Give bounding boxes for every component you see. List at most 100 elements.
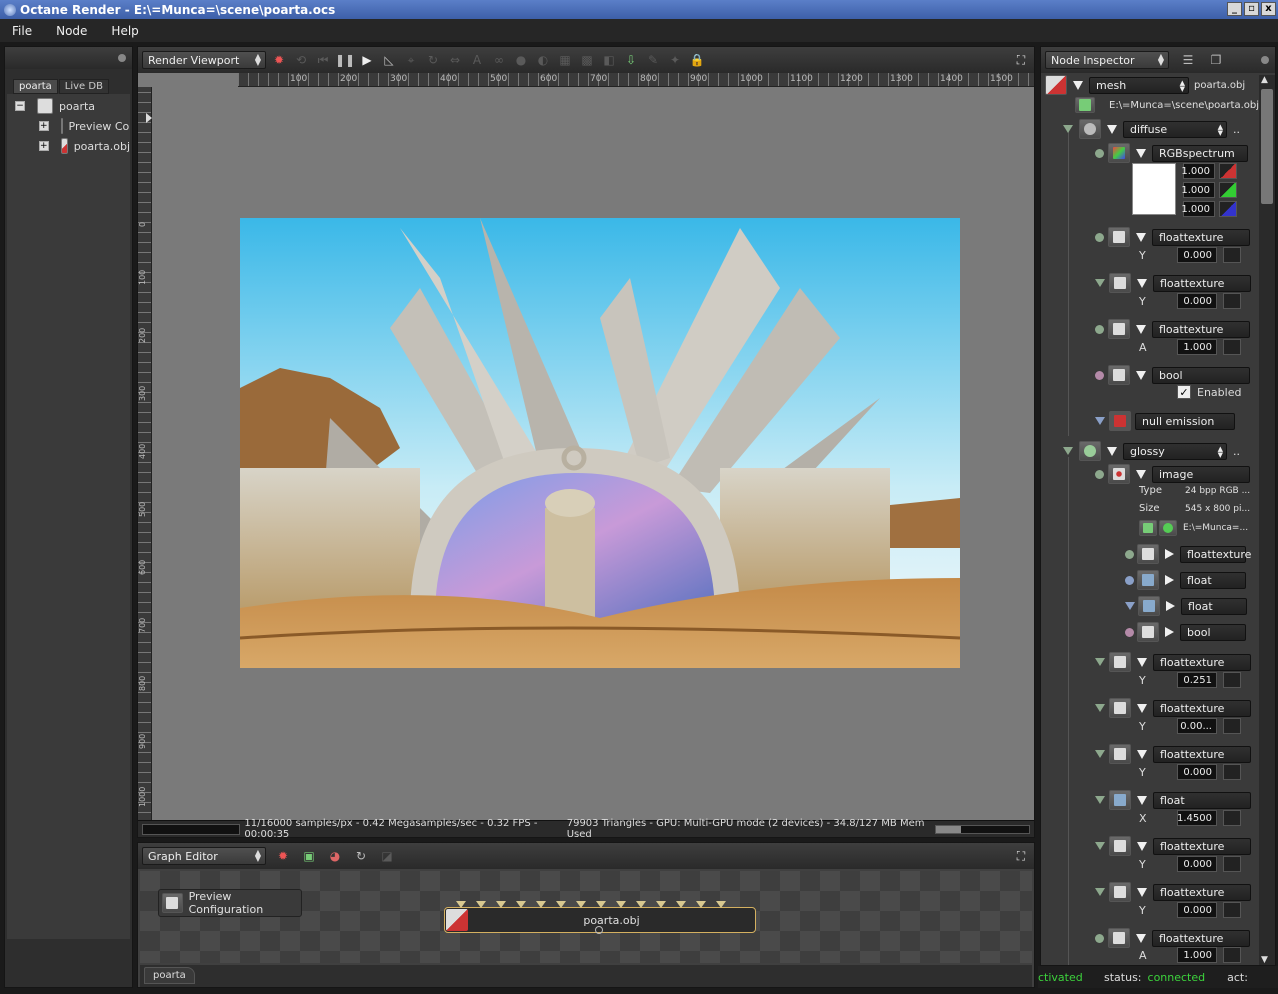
grid-icon[interactable]: ▦ — [556, 51, 574, 69]
blue-slider-icon[interactable] — [1219, 201, 1237, 217]
rotate-icon[interactable]: ↻ — [424, 51, 442, 69]
tab-live-db[interactable]: Live DB — [58, 79, 109, 94]
collapse-arrow-icon[interactable] — [1107, 446, 1117, 456]
play-icon[interactable]: ▶ — [358, 51, 376, 69]
bool-selector[interactable]: bool — [1152, 366, 1250, 384]
param-value[interactable]: 0.000 — [1177, 764, 1217, 780]
node-input-pin[interactable] — [676, 901, 686, 908]
slider-icon[interactable] — [1223, 672, 1241, 688]
panel-close-icon[interactable] — [118, 54, 126, 62]
reset-render-icon[interactable]: ✹ — [270, 51, 288, 69]
collapse-arrow-icon[interactable] — [1073, 80, 1083, 90]
slider-icon[interactable] — [1223, 810, 1241, 826]
panel-close-icon[interactable] — [1261, 56, 1269, 64]
green-value[interactable]: 1.000 — [1181, 182, 1215, 198]
mesh-add-icon[interactable]: ◕ — [326, 847, 344, 865]
region-icon[interactable]: ◺ — [380, 51, 398, 69]
input-pin[interactable] — [1063, 125, 1073, 133]
node-input-pin[interactable] — [476, 901, 486, 908]
param-value[interactable]: 0.000 — [1177, 247, 1217, 263]
node-input-pin[interactable] — [496, 901, 506, 908]
load-file-icon[interactable] — [1139, 520, 1157, 536]
export-icon[interactable]: ⇩ — [622, 51, 640, 69]
blue-value[interactable]: 1.000 — [1181, 201, 1215, 217]
input-pin[interactable] — [1095, 750, 1105, 758]
node-input-pin[interactable] — [556, 901, 566, 908]
param-value[interactable]: 0.00... — [1177, 718, 1217, 734]
collapse-arrow-icon[interactable] — [1136, 148, 1146, 158]
node-input-pin[interactable] — [616, 901, 626, 908]
collapse-arrow-icon[interactable] — [1137, 703, 1147, 713]
scroll-thumb[interactable] — [1261, 89, 1273, 204]
node-input-pin[interactable] — [696, 901, 706, 908]
param-value[interactable]: 0.251 — [1177, 672, 1217, 688]
more-button[interactable]: .. — [1233, 123, 1240, 136]
tab-poarta[interactable]: poarta — [13, 79, 58, 94]
reload-icon[interactable] — [1159, 520, 1177, 536]
slider-icon[interactable] — [1223, 339, 1241, 355]
sub-node-selector[interactable]: bool — [1180, 623, 1246, 641]
lock-icon[interactable]: 🔒 — [688, 51, 706, 69]
link-icon[interactable]: ∞ — [490, 51, 508, 69]
sphere2-icon[interactable]: ◐ — [534, 51, 552, 69]
viewport-selector[interactable]: Render Viewport ▲ ▼ — [142, 51, 266, 69]
slider-icon[interactable] — [1223, 293, 1241, 309]
input-pin[interactable] — [1095, 148, 1104, 158]
collapse-arrow-icon[interactable] — [1136, 324, 1146, 334]
floattexture-selector[interactable]: floattexture — [1152, 929, 1250, 947]
input-pin[interactable] — [1095, 658, 1105, 666]
menu-node[interactable]: Node — [44, 24, 99, 38]
expand-arrow-icon[interactable] — [1165, 627, 1174, 637]
input-pin[interactable] — [1095, 888, 1105, 896]
collapse-arrow-icon[interactable] — [1136, 933, 1146, 943]
diffuse-selector[interactable]: diffuse ▲ ▼ — [1123, 120, 1227, 138]
maximize-button[interactable]: ▫ — [1244, 2, 1259, 16]
float-selector[interactable]: float — [1153, 791, 1251, 809]
glossy-selector[interactable]: glossy ▲ ▼ — [1123, 442, 1227, 460]
move-icon[interactable]: ⇔ — [446, 51, 464, 69]
delete-node-icon[interactable]: ✹ — [274, 847, 292, 865]
param-value[interactable]: 0.000 — [1177, 293, 1217, 309]
input-pin[interactable] — [1095, 933, 1104, 943]
output-pin[interactable] — [595, 926, 603, 934]
compare-icon[interactable]: ◧ — [600, 51, 618, 69]
skip-back-icon[interactable]: ⏮ — [314, 51, 332, 69]
floattexture-selector[interactable]: floattexture — [1153, 699, 1251, 717]
autofocus-icon[interactable]: ⌖ — [402, 51, 420, 69]
collapse-arrow-icon[interactable] — [1136, 469, 1146, 479]
floattexture-selector[interactable]: floattexture — [1153, 745, 1251, 763]
menu-help[interactable]: Help — [99, 24, 150, 38]
collapse-arrow-icon[interactable] — [1107, 124, 1117, 134]
input-pin[interactable] — [1125, 575, 1134, 585]
fullscreen-icon[interactable]: ⛶ — [1012, 51, 1030, 69]
fullscreen-icon[interactable]: ⛶ — [1012, 847, 1030, 865]
minimize-button[interactable]: _ — [1227, 2, 1242, 16]
expand-icon[interactable]: + — [39, 141, 49, 151]
node-input-pin[interactable] — [596, 901, 606, 908]
graph-canvas[interactable]: Preview Configuration poarta.obj — [140, 871, 1032, 963]
tool-icon[interactable]: ◪ — [378, 847, 396, 865]
green-slider-icon[interactable] — [1219, 182, 1237, 198]
sub-node-selector[interactable]: float — [1180, 571, 1246, 589]
param-value[interactable]: 0.000 — [1177, 856, 1217, 872]
expand-arrow-icon[interactable] — [1165, 575, 1174, 585]
input-pin[interactable] — [1125, 549, 1134, 559]
enabled-checkbox[interactable]: ✓ — [1177, 385, 1191, 399]
input-pin[interactable] — [1095, 370, 1104, 380]
input-pin[interactable] — [1095, 842, 1105, 850]
input-pin[interactable] — [1125, 602, 1135, 610]
render-image[interactable] — [240, 218, 960, 668]
input-pin[interactable] — [1095, 417, 1105, 425]
input-pin[interactable] — [1063, 447, 1073, 455]
graph-editor-selector[interactable]: Graph Editor ▲ ▼ — [142, 847, 266, 865]
pause-icon[interactable]: ❚❚ — [335, 51, 355, 69]
side-expand-icon[interactable] — [146, 113, 152, 123]
param-value[interactable]: 1.000 — [1177, 947, 1217, 963]
param-value[interactable]: 1.000 — [1177, 339, 1217, 355]
floattexture-selector[interactable]: floattexture — [1152, 228, 1250, 246]
load-file-icon[interactable] — [1075, 97, 1095, 113]
expand-icon[interactable]: + — [39, 121, 49, 131]
sub-node-selector[interactable]: float — [1181, 597, 1247, 615]
collapse-icon[interactable]: − — [15, 101, 25, 111]
af-icon[interactable]: A — [468, 51, 486, 69]
